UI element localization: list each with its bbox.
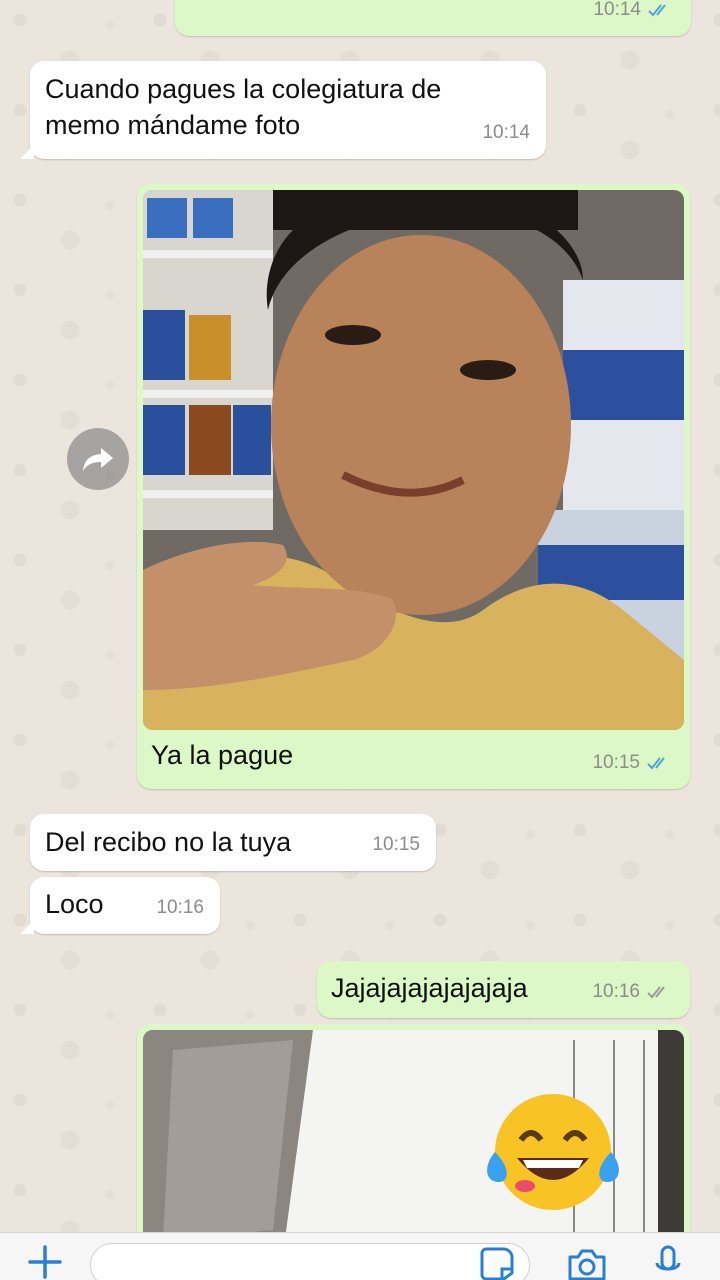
receipt-photo[interactable] — [143, 1030, 684, 1232]
message-outgoing[interactable]: Jajajajajajajajaja 10:16 — [317, 961, 690, 1018]
receipt-image — [143, 1030, 684, 1232]
double-check-read-icon — [648, 4, 666, 17]
message-outgoing-photo[interactable]: Ya la pague 10:15 — [137, 184, 690, 789]
double-check-delivered-icon — [647, 986, 665, 999]
message-incoming[interactable]: Cuando pagues la colegiatura de memo mán… — [20, 61, 546, 159]
message-meta: 10:16 — [156, 890, 204, 926]
microphone-icon[interactable] — [654, 1245, 682, 1280]
message-time: 10:14 — [593, 0, 641, 20]
forward-arrow-icon — [83, 448, 113, 471]
message-incoming[interactable]: Loco 10:16 — [20, 877, 220, 934]
plus-icon[interactable] — [26, 1243, 64, 1280]
camera-icon[interactable] — [566, 1247, 608, 1280]
message-input[interactable] — [90, 1243, 530, 1280]
sticker-icon[interactable] — [478, 1247, 514, 1280]
message-time: 10:16 — [156, 897, 204, 918]
bubble-tail — [20, 145, 34, 159]
message-meta: 10:14 — [482, 115, 530, 151]
selfie-photo[interactable] — [143, 190, 684, 730]
message-time: 10:15 — [372, 834, 420, 855]
message-text: Jajajajajajajajaja — [331, 973, 528, 1003]
message-meta: 10:16 — [592, 974, 674, 1010]
message-input-bar — [0, 1232, 720, 1280]
message-meta: 10:15 — [592, 745, 674, 781]
chat-background: 10:14 Cuando pagues la colegiatura de me… — [0, 0, 720, 1232]
message-text: Cuando pagues la colegiatura de memo mán… — [45, 74, 442, 140]
message-meta: 10:14 — [593, 0, 675, 28]
message-time: 10:14 — [482, 122, 530, 143]
forward-button[interactable] — [67, 428, 129, 490]
message-outgoing-photo[interactable] — [137, 1024, 690, 1232]
message-incoming[interactable]: Del recibo no la tuya 10:15 — [30, 814, 436, 871]
message-time: 10:16 — [592, 981, 640, 1002]
message-meta: 10:15 — [372, 827, 420, 863]
message-text: Del recibo no la tuya — [45, 827, 292, 857]
message-time: 10:15 — [592, 752, 640, 773]
photo-caption: Ya la pague — [151, 740, 294, 770]
message-text: Loco — [45, 889, 104, 919]
message-outgoing[interactable]: 10:14 — [175, 0, 691, 36]
bubble-tail — [20, 920, 34, 934]
double-check-read-icon — [647, 757, 665, 770]
selfie-image — [143, 190, 684, 730]
